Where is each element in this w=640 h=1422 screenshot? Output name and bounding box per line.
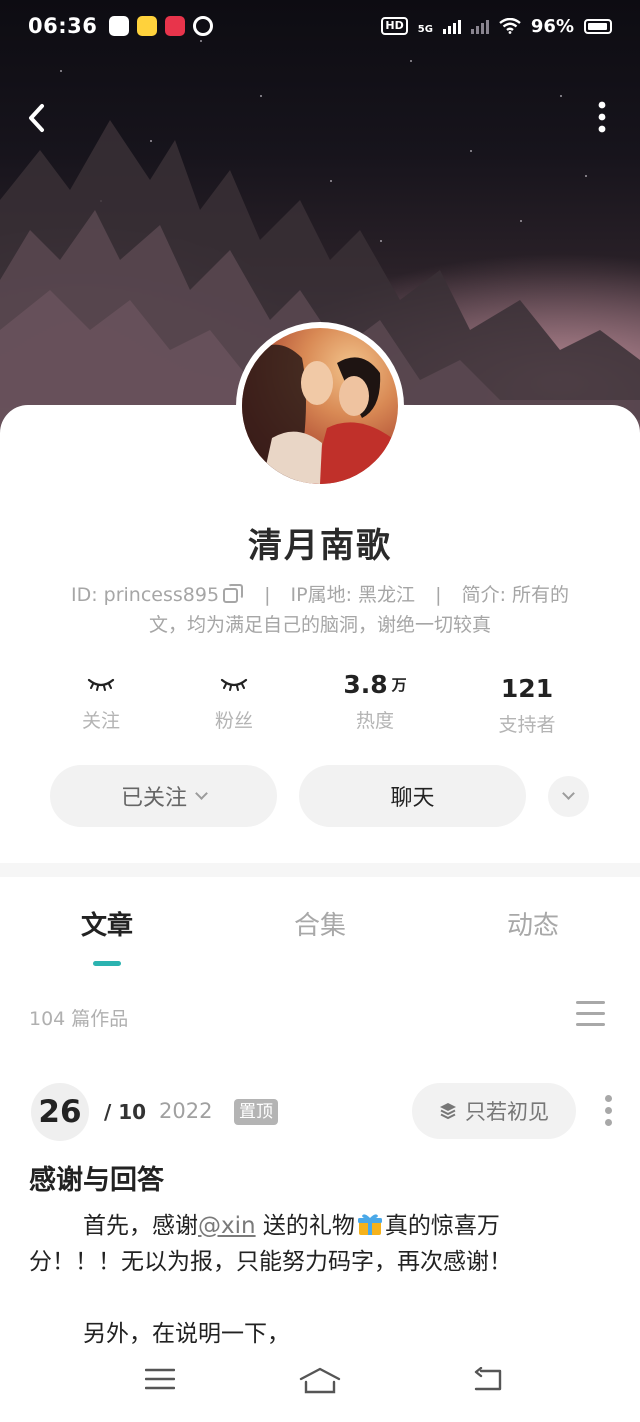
stat-number: 121 [500,673,554,703]
tab-articles[interactable]: 文章 [47,905,167,942]
article-title[interactable]: 感谢与回答 [29,1158,164,1197]
meta-separator: | [264,584,271,606]
tab-moments[interactable]: 动态 [473,905,593,942]
profile-stats: 关注 粉丝 3.8 万 热度 121 支持者 [30,664,610,740]
battery-percent: 96% [530,15,574,37]
following-button-label: 已关注 [120,786,187,811]
expand-button[interactable] [548,776,589,817]
app-notification-icon [109,16,130,36]
article-more-button[interactable] [600,1095,616,1129]
back-button[interactable] [22,98,54,138]
stat-fans[interactable]: 粉丝 [169,664,299,733]
user-mention-link[interactable]: @xin [198,1213,256,1239]
article-body[interactable]: 首先，感谢@xin 送的礼物 真的惊喜万分！！！无以为报，只能努力码字，再次感谢… [29,1208,589,1344]
following-button[interactable]: 已关注 [50,765,277,827]
app-notification-icon [137,16,158,36]
hd-icon: HD [381,17,408,35]
stat-value [169,664,299,704]
chat-button-label: 聊天 [390,786,435,811]
stat-label: 热度 [355,710,394,732]
stat-value: 121 [462,668,592,708]
status-notification-icons [109,16,214,36]
menu-icon[interactable] [145,1367,175,1391]
chevron-left-icon [29,104,44,132]
avatar[interactable] [236,322,404,490]
active-tab-indicator [93,961,121,966]
home-icon[interactable] [299,1367,341,1395]
system-navigation-bar [0,1345,640,1422]
return-icon[interactable] [472,1367,504,1393]
stat-label: 关注 [81,710,120,732]
bio-line-1[interactable]: 简介: 所有的 [462,584,569,606]
signal-icon [470,18,489,34]
pinned-badge: 置顶 [234,1099,278,1125]
article-date-year: 2022 [159,1099,213,1123]
article-text: 首先，感谢 [83,1213,198,1239]
article-paragraph: 另外，在说明一下， [29,1316,589,1344]
more-vertical-icon [598,101,606,133]
content-tabs: 文章 合集 动态 [0,877,640,977]
avatar-illustration [242,344,398,484]
stat-value: 3.8 万 [310,664,440,704]
stat-popularity[interactable]: 3.8 万 热度 [310,664,440,733]
hidden-eye-icon [87,678,115,691]
tab-collections[interactable]: 合集 [260,905,380,942]
profile-name: 清月南歌 [248,526,392,566]
wifi-icon [499,18,521,34]
status-bar: 06:36 HD 5G 96% [0,0,640,52]
chevron-down-icon [195,786,208,800]
stat-label: 支持者 [498,714,556,736]
meta-separator: | [435,584,442,606]
layers-icon [440,1103,456,1120]
article-text: 另外，在说明一下， [83,1321,290,1344]
list-view-button[interactable] [576,1001,605,1028]
stat-supporters[interactable]: 121 支持者 [462,668,592,737]
stat-number: 3.8 [343,669,388,699]
avatar-image [242,328,398,484]
user-id: ID: princess895 [70,584,220,606]
article-date-day: 26 [31,1083,89,1141]
copy-icon[interactable] [223,584,244,603]
status-time: 06:36 [28,14,98,38]
stat-unit: 万 [391,675,407,694]
section-divider [0,863,640,877]
app-notification-icon [165,16,186,36]
stat-label: 粉丝 [214,710,253,732]
signal-icon [442,18,461,34]
bio-line-2[interactable]: 文，均为满足自己的脑洞，谢绝一切较真 [149,614,491,636]
article-date-month: / 10 [104,1100,147,1124]
chevron-down-icon [562,787,575,800]
hidden-eye-icon [220,678,248,691]
stat-following[interactable]: 关注 [36,664,166,733]
collection-name: 只若初见 [465,1100,549,1124]
article-text: 送的礼物 [255,1213,355,1239]
battery-icon [584,18,612,34]
gift-icon [357,1214,382,1235]
more-options-button[interactable] [590,98,614,138]
network-type: 5G [417,23,433,35]
status-indicators: HD 5G 96% [381,16,612,37]
profile-meta: ID: princess895 | IP属地: 黑龙江 | 简介: 所有的 文，… [40,580,600,640]
app-notification-icon [193,16,214,36]
works-count: 104 篇作品 [29,1008,129,1030]
ip-location: IP属地: 黑龙江 [290,584,416,606]
chat-button[interactable]: 聊天 [299,765,526,827]
stat-value [36,664,166,704]
article-paragraph: 首先，感谢@xin 送的礼物 真的惊喜万分！！！无以为报，只能努力码字，再次感谢… [29,1208,589,1280]
collection-chip[interactable]: 只若初见 [412,1083,576,1139]
